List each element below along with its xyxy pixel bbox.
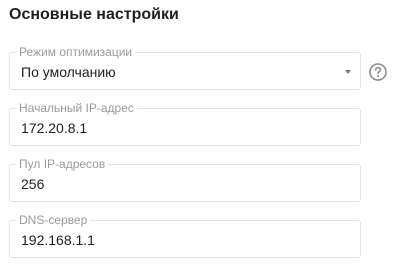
start-ip-value: 172.20.8.1 [21,120,88,136]
start-ip-field[interactable]: Начальный IP-адрес 172.20.8.1 [9,100,361,146]
start-ip-label: Начальный IP-адрес [16,100,137,116]
optimization-mode-value: По умолчанию [21,64,116,80]
section-title: Основные настройки [9,6,179,23]
dns-server-label: DNS-сервер [16,212,91,228]
dns-server-field[interactable]: DNS-сервер 192.168.1.1 [9,212,361,258]
help-icon[interactable] [368,62,388,82]
ip-pool-field[interactable]: Пул IP-адресов 256 [9,156,361,202]
chevron-down-icon[interactable] [345,70,351,74]
ip-pool-value: 256 [21,176,45,192]
optimization-mode-label: Режим оптимизации [16,44,136,60]
dns-server-value: 192.168.1.1 [21,232,95,248]
ip-pool-label: Пул IP-адресов [16,156,109,172]
optimization-mode-select[interactable]: Режим оптимизации По умолчанию [9,44,361,90]
